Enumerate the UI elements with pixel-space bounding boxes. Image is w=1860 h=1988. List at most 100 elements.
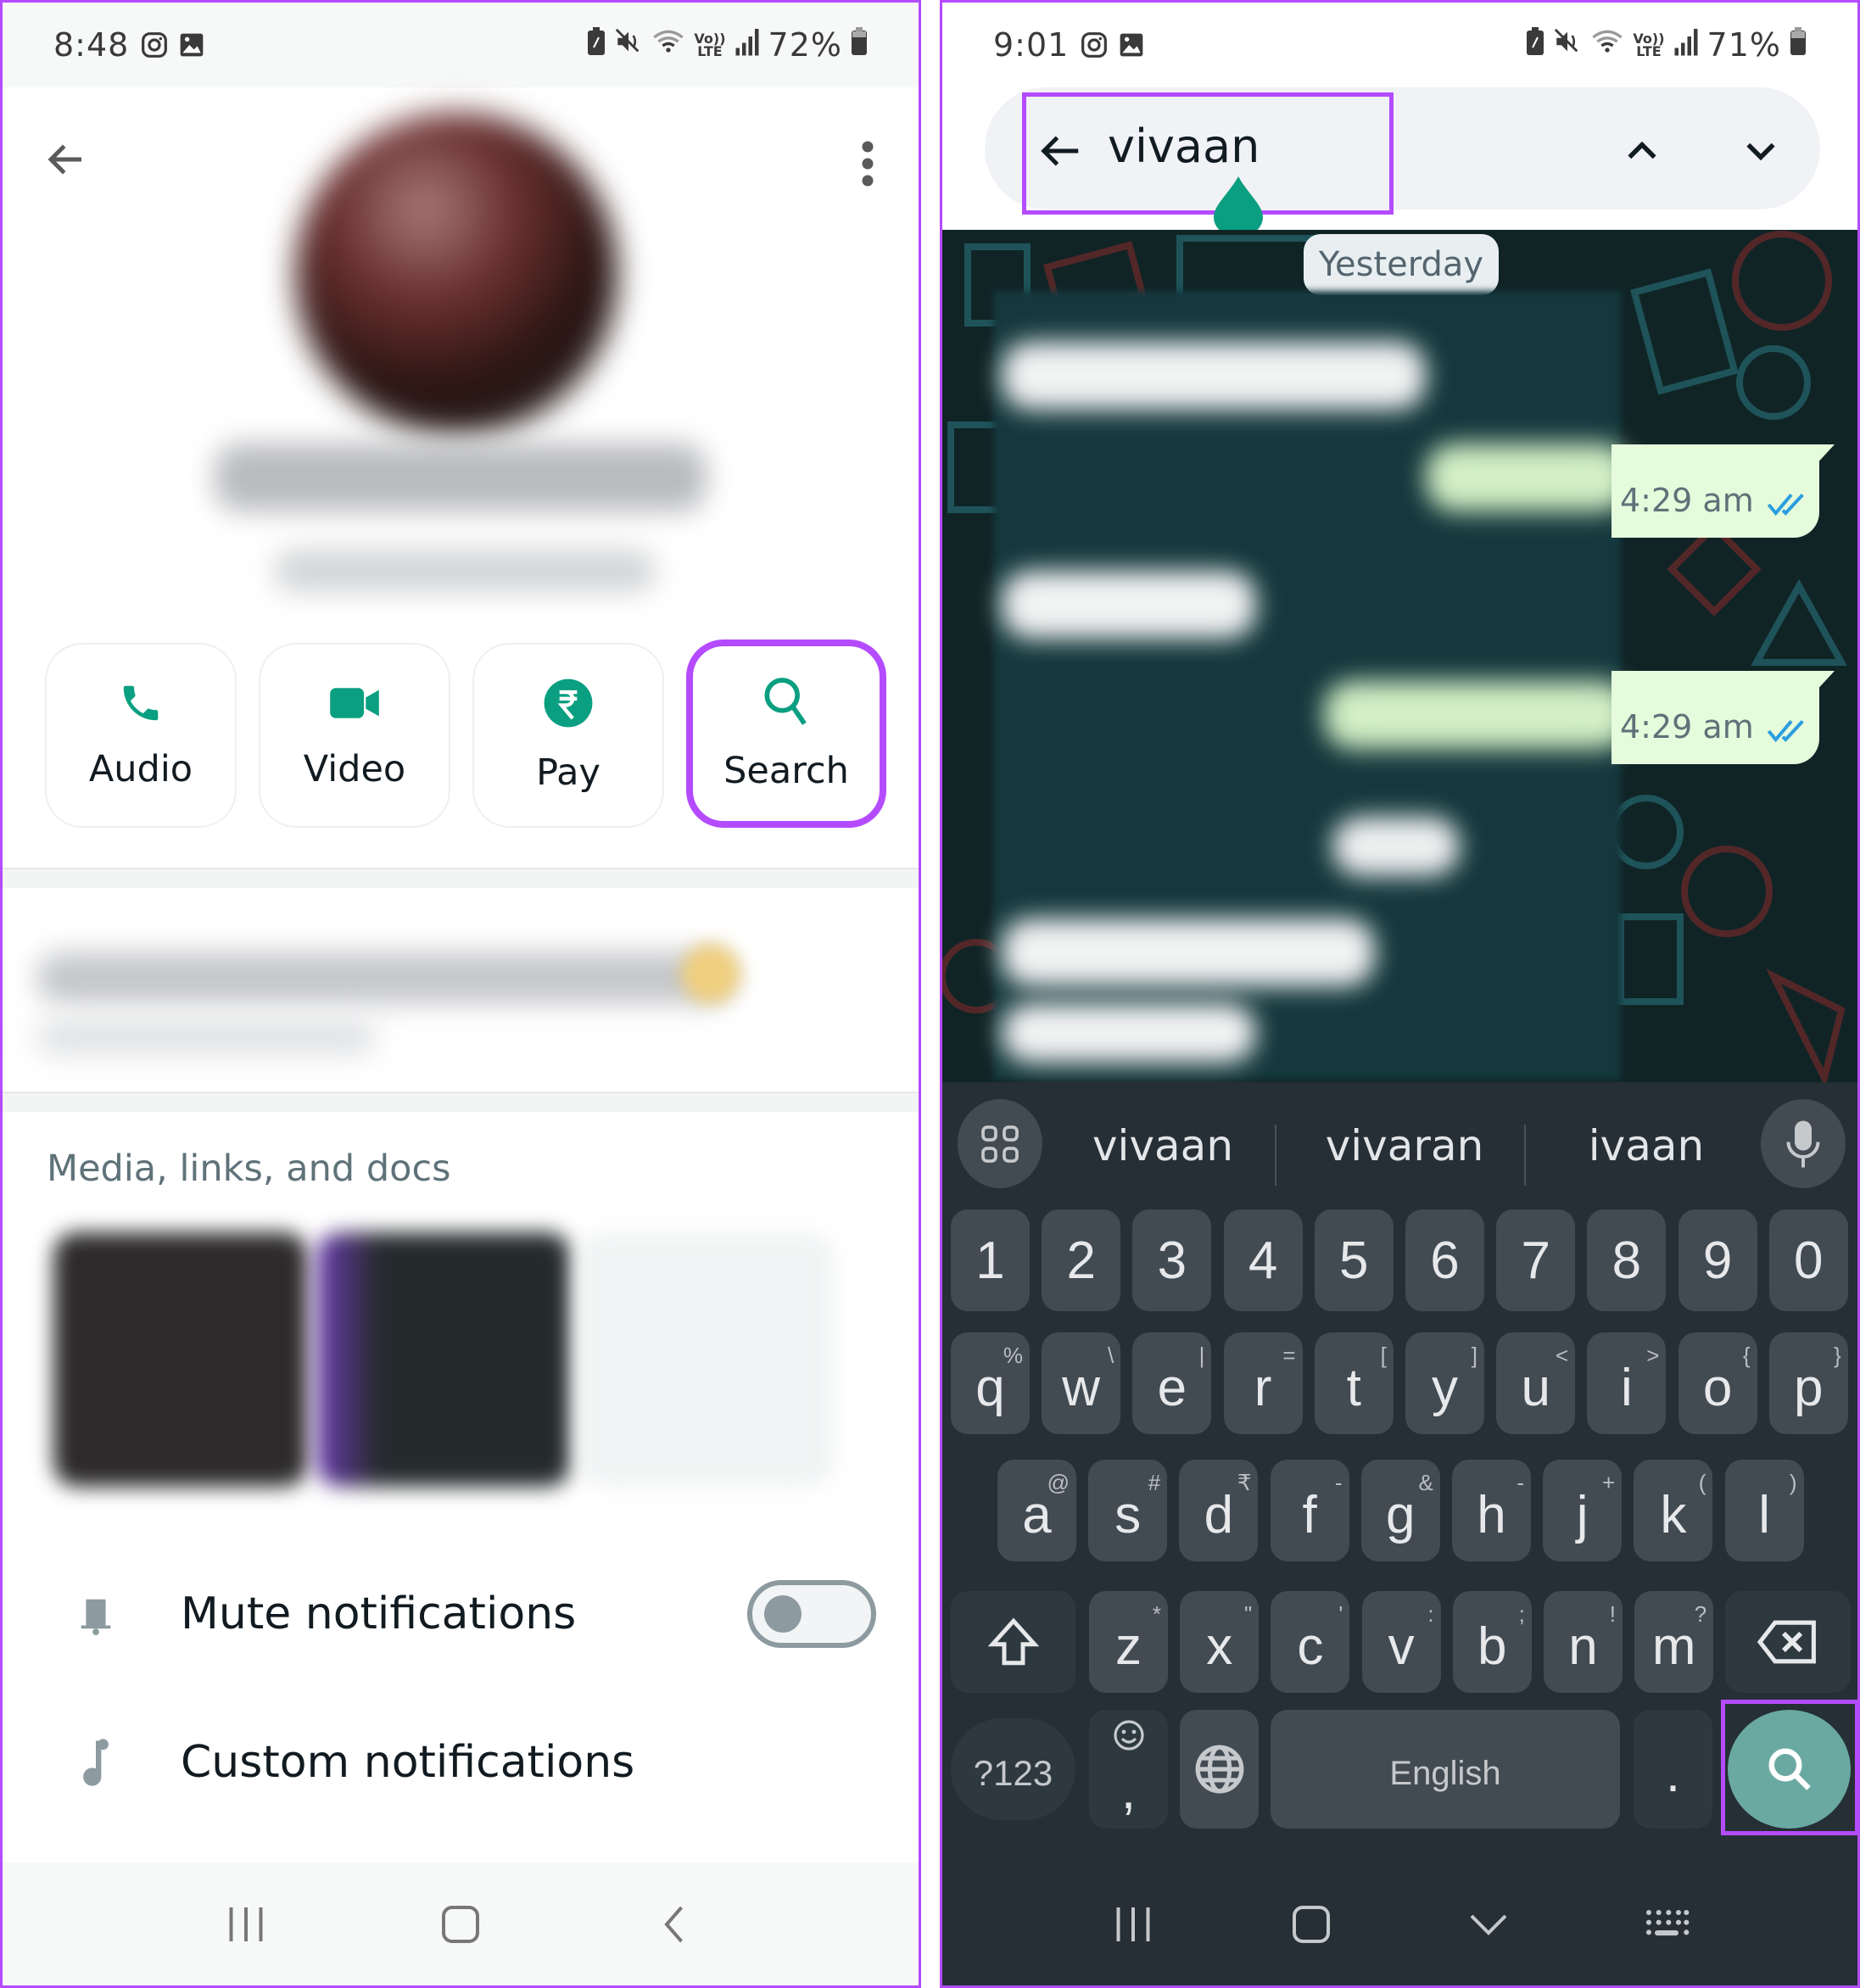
key-s[interactable]: # s <box>1088 1460 1168 1561</box>
system-icons: Vo)) LTE 72% <box>587 26 868 64</box>
emoji-comma-key[interactable]: , <box>1089 1710 1168 1829</box>
about-text-redacted[interactable] <box>36 952 732 1003</box>
key-l[interactable]: ) l <box>1724 1460 1804 1561</box>
key-v[interactable]: :v <box>1361 1591 1441 1693</box>
key-q[interactable]: % q <box>951 1332 1030 1434</box>
key-4[interactable]: 4 <box>1223 1209 1303 1311</box>
key-r[interactable]: = r <box>1223 1332 1303 1434</box>
home-button[interactable] <box>427 1890 494 1958</box>
key-8[interactable]: 8 <box>1587 1209 1667 1311</box>
system-nav-bar <box>942 1862 1857 1985</box>
symbols-key[interactable]: ?123 <box>951 1718 1075 1820</box>
more-options-button[interactable] <box>851 130 885 198</box>
pay-label: Pay <box>536 751 600 794</box>
media-section-title[interactable]: Media, links, and docs <box>47 1148 451 1190</box>
back-icon <box>664 1906 684 1942</box>
key-alt-label: | <box>1198 1343 1205 1368</box>
key-7[interactable]: 7 <box>1496 1209 1576 1311</box>
key-k[interactable]: (k <box>1634 1460 1713 1561</box>
key-c[interactable]: ' c <box>1271 1591 1350 1693</box>
key-p[interactable]: } p <box>1768 1332 1848 1434</box>
key-label: b <box>1477 1617 1507 1676</box>
key-alt-label: : <box>1427 1601 1434 1627</box>
outgoing-message[interactable]: 4:29 am <box>1611 671 1835 764</box>
contact-avatar[interactable] <box>295 113 617 435</box>
backspace-key[interactable] <box>1725 1591 1851 1693</box>
key-h[interactable]: -h <box>1452 1460 1531 1561</box>
audio-call-button[interactable]: Audio <box>45 643 237 828</box>
key-2[interactable]: 2 <box>1042 1209 1121 1311</box>
key-z[interactable]: * z <box>1089 1591 1168 1693</box>
wifi-icon <box>651 26 685 64</box>
key-5[interactable]: 5 <box>1314 1209 1394 1311</box>
key-x[interactable]: " x <box>1180 1591 1260 1693</box>
key-3[interactable]: 3 <box>1132 1209 1212 1311</box>
previous-result-button[interactable] <box>1612 121 1672 181</box>
keyboard-icon <box>1646 1909 1690 1935</box>
key-label: 4 <box>1248 1231 1278 1290</box>
space-key[interactable]: English <box>1271 1710 1620 1829</box>
text-cursor-handle[interactable] <box>1214 176 1263 237</box>
keyboard-menu-button[interactable] <box>958 1099 1042 1188</box>
key-f[interactable]: -f <box>1270 1460 1349 1561</box>
key-a[interactable]: @ a <box>997 1460 1076 1561</box>
outgoing-message[interactable]: 4:29 am <box>1611 444 1835 538</box>
pay-button[interactable]: Pay <box>472 643 664 828</box>
shift-key[interactable] <box>951 1591 1075 1693</box>
suggestion-item[interactable]: ivaan <box>1536 1108 1757 1184</box>
home-button[interactable] <box>1277 1890 1345 1958</box>
key-t[interactable]: [t <box>1314 1332 1394 1434</box>
media-thumbnail[interactable] <box>316 1232 571 1487</box>
key-alt-label: [ <box>1380 1343 1387 1368</box>
key-label: k <box>1660 1485 1687 1544</box>
key-0[interactable]: 0 <box>1768 1209 1848 1311</box>
suggestion-item[interactable]: vivaan <box>1061 1108 1265 1184</box>
key-1[interactable]: 1 <box>951 1209 1030 1311</box>
toggle-knob <box>764 1595 802 1633</box>
hide-keyboard-button[interactable] <box>1455 1890 1522 1958</box>
key-u[interactable]: < u <box>1496 1332 1576 1434</box>
voice-input-button[interactable] <box>1761 1099 1846 1188</box>
key-alt-label: % <box>1003 1343 1023 1368</box>
media-thumbnail[interactable] <box>579 1232 834 1487</box>
switch-keyboard-button[interactable] <box>1633 1890 1701 1958</box>
system-back-button[interactable] <box>641 1890 709 1958</box>
signal-icon <box>1673 26 1699 64</box>
recents-button[interactable] <box>212 1890 280 1958</box>
video-call-button[interactable]: Video <box>259 643 450 828</box>
next-result-button[interactable] <box>1731 121 1790 181</box>
key-m[interactable]: ? m <box>1634 1591 1714 1693</box>
key-e[interactable]: | e <box>1132 1332 1212 1434</box>
key-label: x <box>1206 1617 1233 1676</box>
key-w[interactable]: \ w <box>1042 1332 1121 1434</box>
more-vert-icon <box>862 141 874 187</box>
key-o[interactable]: {o <box>1678 1332 1757 1434</box>
key-alt-label: ; <box>1518 1601 1525 1627</box>
key-alt-label: ) <box>1789 1470 1797 1495</box>
search-label: Search <box>723 750 849 792</box>
key-9[interactable]: 9 <box>1678 1209 1757 1311</box>
emoji-redacted <box>681 944 740 1003</box>
key-b[interactable]: ; b <box>1452 1591 1532 1693</box>
search-button[interactable]: Search <box>686 639 886 828</box>
key-label: 2 <box>1066 1231 1096 1290</box>
custom-notifications-row[interactable]: Custom notifications <box>3 1699 919 1826</box>
microphone-icon <box>1786 1120 1820 1167</box>
key-d[interactable]: ₹ d <box>1179 1460 1259 1561</box>
language-key[interactable] <box>1180 1710 1259 1829</box>
chat-messages[interactable]: Yesterday 4:29 am 4:29 am <box>942 230 1857 1082</box>
back-button[interactable] <box>36 130 96 189</box>
backspace-icon <box>1757 1620 1816 1664</box>
key-n[interactable]: ! n <box>1544 1591 1623 1693</box>
suggestion-item[interactable]: vivaran <box>1290 1108 1519 1184</box>
mute-notifications-row[interactable]: Mute notifications <box>3 1550 919 1678</box>
key-g[interactable]: & g <box>1360 1460 1440 1561</box>
media-thumbnail[interactable] <box>53 1232 308 1487</box>
key-i[interactable]: > i <box>1587 1332 1667 1434</box>
key-y[interactable]: ] y <box>1405 1332 1484 1434</box>
key-6[interactable]: 6 <box>1405 1209 1484 1311</box>
period-key[interactable]: . <box>1634 1710 1712 1829</box>
mute-notifications-toggle[interactable] <box>747 1580 876 1648</box>
key-j[interactable]: + j <box>1543 1460 1623 1561</box>
recents-button[interactable] <box>1099 1890 1167 1958</box>
